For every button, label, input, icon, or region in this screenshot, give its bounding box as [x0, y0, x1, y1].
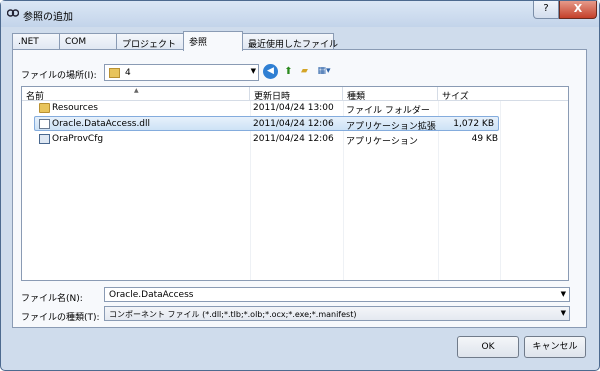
list-item-selected[interactable]: Oracle.DataAccess.dll 2011/04/24 12:06 ア… [34, 116, 499, 132]
column-size[interactable]: サイズ [438, 87, 500, 102]
file-list[interactable]: 名前 ▲ 更新日時 種類 サイズ Resources 2011/04/24 13… [21, 86, 569, 281]
sort-arrow-icon: ▲ [134, 87, 139, 94]
filetype-dropdown[interactable]: コンポーネント ファイル (*.dll;*.tlb;*.olb;*.ocx;*.… [104, 306, 570, 321]
dll-file-icon [39, 119, 50, 129]
new-folder-icon[interactable]: ▰ [297, 64, 312, 79]
title-bar[interactable]: 参照の追加 ? X [1, 1, 599, 27]
ok-button[interactable]: OK [457, 336, 519, 358]
item-name: Resources [52, 103, 98, 113]
filename-input[interactable]: Oracle.DataAccess ▼ [104, 287, 570, 302]
cancel-button[interactable]: キャンセル [524, 336, 586, 358]
item-name: OraProvCfg [52, 134, 104, 144]
up-folder-icon[interactable]: ⬆ [281, 64, 296, 79]
folder-icon [39, 103, 50, 113]
tab-com[interactable]: COM [59, 33, 117, 50]
list-item[interactable]: OraProvCfg 2011/04/24 12:06 アプリケーション 49 … [22, 132, 568, 147]
view-menu-icon[interactable]: ▦▾ [313, 64, 335, 79]
item-date: 2011/04/24 12:06 [253, 134, 334, 144]
column-divider [500, 101, 501, 280]
item-name: Oracle.DataAccess.dll [52, 119, 151, 129]
item-type: ファイル フォルダー [346, 106, 430, 116]
back-icon[interactable]: ◀ [263, 64, 278, 79]
filename-label: ファイル名(N): [21, 294, 83, 304]
item-size: 1,072 KB [453, 119, 494, 129]
close-button[interactable]: X [559, 1, 597, 19]
list-item[interactable]: Resources 2011/04/24 13:00 ファイル フォルダー [22, 101, 568, 116]
column-date[interactable]: 更新日時 [250, 87, 343, 102]
reference-icon [7, 9, 19, 17]
item-date: 2011/04/24 12:06 [253, 119, 334, 129]
dialog-window: 参照の追加 ? X .NET COM プロジェクト 参照 最近使用したファイル … [0, 0, 600, 371]
column-type[interactable]: 種類 [343, 87, 438, 102]
tab-project[interactable]: プロジェクト [116, 33, 184, 50]
chevron-down-icon[interactable]: ▼ [561, 290, 566, 298]
tab-net[interactable]: .NET [12, 33, 60, 50]
lookin-label: ファイルの場所(I): [21, 71, 97, 81]
lookin-value: 4 [125, 68, 131, 78]
chevron-down-icon: ▼ [560, 309, 566, 317]
tab-browse[interactable]: 参照 [183, 31, 243, 51]
dialog-title: 参照の追加 [23, 12, 73, 23]
item-type: アプリケーション拡張 [346, 122, 436, 132]
chevron-down-icon: ▼ [250, 67, 256, 75]
list-header: 名前 ▲ 更新日時 種類 サイズ [22, 87, 568, 102]
item-size: 49 KB [471, 134, 498, 144]
lookin-dropdown[interactable]: 4 ▼ [104, 64, 259, 81]
tab-recent[interactable]: 最近使用したファイル [242, 33, 338, 50]
folder-icon [109, 68, 120, 78]
filetype-value: コンポーネント ファイル (*.dll;*.tlb;*.olb;*.ocx;*.… [109, 310, 357, 319]
filetype-label: ファイルの種類(T): [21, 313, 100, 323]
filename-value: Oracle.DataAccess [109, 290, 194, 300]
item-date: 2011/04/24 13:00 [253, 103, 334, 113]
item-type: アプリケーション [346, 137, 418, 147]
help-button[interactable]: ? [533, 1, 559, 19]
exe-file-icon [39, 134, 50, 144]
